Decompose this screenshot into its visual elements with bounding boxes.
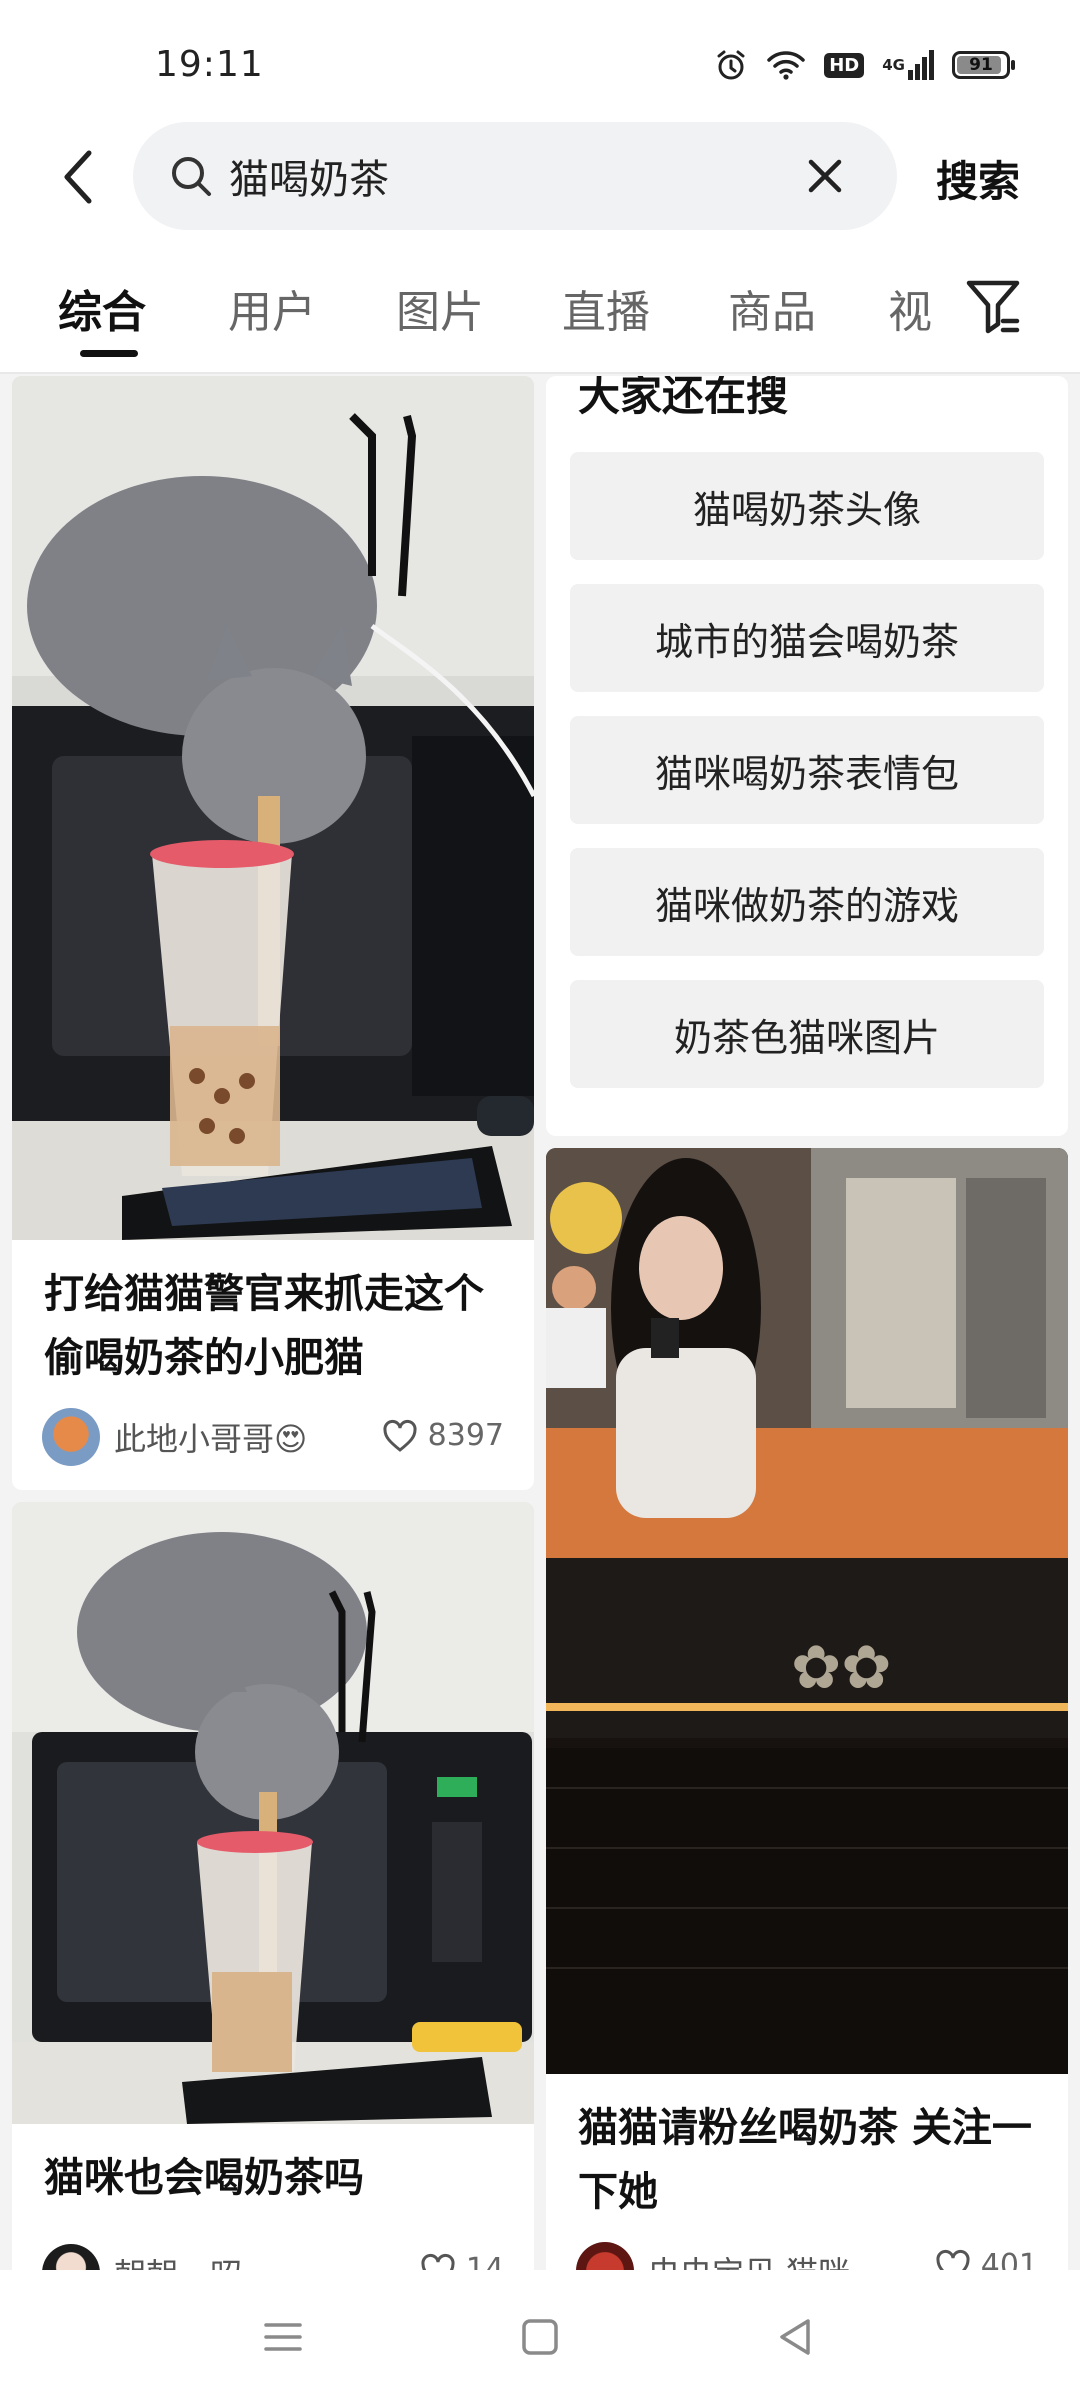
- heart-icon: [383, 1419, 417, 1452]
- post-card[interactable]: 猫咪也会喝奶茶吗 朝朝一昭 14: [12, 1502, 534, 2270]
- tab-videos[interactable]: 视: [888, 276, 932, 340]
- like-button[interactable]: 14: [420, 2252, 504, 2270]
- svg-text:✿✿: ✿✿: [791, 1633, 892, 1703]
- results-feed: 打给猫猫警官来抓走这个偷喝奶茶的小肥猫 此地小哥哥😍 8397 猫咪也会喝奶茶吗…: [0, 376, 1080, 2270]
- close-icon: [808, 159, 842, 193]
- alarm-icon: [714, 48, 748, 82]
- related-search-chip[interactable]: 猫咪做奶茶的游戏: [570, 848, 1044, 956]
- like-button[interactable]: 401: [935, 2248, 1038, 2270]
- back-nav-icon[interactable]: [772, 2312, 822, 2362]
- network-type: 4G: [882, 56, 905, 74]
- post-card[interactable]: ✿✿ 猫猫请粉丝喝奶茶 关注一下她 虫虫宝贝·猫咪 401: [546, 1148, 1068, 2270]
- active-tab-indicator: [80, 350, 138, 357]
- status-bar: 19:11 HD 4G 91: [0, 0, 1080, 120]
- avatar[interactable]: [42, 1408, 100, 1466]
- heart-icon: [421, 2253, 455, 2270]
- wifi-icon: [766, 48, 806, 82]
- post-image[interactable]: ✿✿: [546, 1148, 1068, 2074]
- post-author[interactable]: 朝朝一昭: [42, 2244, 242, 2270]
- post-card[interactable]: 打给猫猫警官来抓走这个偷喝奶茶的小肥猫 此地小哥哥😍 8397: [12, 376, 534, 1490]
- author-name[interactable]: 此地小哥哥😍: [114, 1414, 307, 1460]
- heart-icon: [936, 2249, 970, 2270]
- back-arrow-icon: [64, 150, 92, 204]
- search-header: 搜索: [0, 120, 1080, 240]
- post-image[interactable]: [12, 1502, 534, 2124]
- signal-icon: 4G: [882, 48, 934, 82]
- menu-icon[interactable]: [258, 2312, 308, 2362]
- battery-icon: 91: [952, 51, 1015, 79]
- like-count: 401: [980, 2248, 1038, 2270]
- like-count: 8397: [427, 1418, 504, 1453]
- avatar[interactable]: [42, 2244, 100, 2270]
- tab-products[interactable]: 商品: [728, 276, 816, 340]
- post-author[interactable]: 此地小哥哥😍: [42, 1408, 307, 1466]
- like-button[interactable]: 8397: [382, 1418, 504, 1453]
- search-icon: [172, 157, 211, 196]
- like-count: 14: [465, 2252, 504, 2270]
- search-box[interactable]: [133, 122, 897, 230]
- related-searches-card: 大家还在搜 猫喝奶茶头像 城市的猫会喝奶茶 猫咪喝奶茶表情包 猫咪做奶茶的游戏 …: [546, 376, 1068, 1136]
- clear-search-button[interactable]: [801, 152, 849, 200]
- tab-images[interactable]: 图片: [396, 276, 484, 340]
- tab-users[interactable]: 用户: [228, 276, 316, 340]
- tab-general[interactable]: 综合: [58, 276, 146, 340]
- related-search-chip[interactable]: 奶茶色猫咪图片: [570, 980, 1044, 1088]
- related-searches-title: 大家还在搜: [578, 376, 789, 420]
- post-image[interactable]: [12, 376, 534, 1240]
- related-search-chip[interactable]: 猫喝奶茶头像: [570, 452, 1044, 560]
- search-input[interactable]: [229, 150, 749, 202]
- post-title[interactable]: 打给猫猫警官来抓走这个偷喝奶茶的小肥猫: [44, 1262, 506, 1390]
- related-search-chip[interactable]: 猫咪喝奶茶表情包: [570, 716, 1044, 824]
- avatar[interactable]: [576, 2242, 634, 2270]
- status-icons: HD 4G 91: [714, 48, 1015, 82]
- status-time: 19:11: [155, 44, 264, 85]
- tab-bar: 综合 用户 图片 直播 商品 视: [0, 240, 1080, 374]
- back-button[interactable]: [48, 142, 108, 212]
- tab-live[interactable]: 直播: [562, 276, 650, 340]
- post-title[interactable]: 猫猫请粉丝喝奶茶 关注一下她: [578, 2096, 1040, 2224]
- home-icon[interactable]: [515, 2312, 565, 2362]
- system-nav-bar: [0, 2270, 1080, 2400]
- filter-icon[interactable]: [965, 278, 1021, 336]
- author-name[interactable]: 朝朝一昭: [114, 2250, 242, 2270]
- hd-icon: HD: [824, 52, 865, 78]
- post-title[interactable]: 猫咪也会喝奶茶吗: [44, 2146, 506, 2210]
- author-name[interactable]: 虫虫宝贝·猫咪: [648, 2248, 850, 2270]
- battery-level: 91: [969, 55, 993, 75]
- post-author[interactable]: 虫虫宝贝·猫咪: [576, 2242, 850, 2270]
- related-search-chip[interactable]: 城市的猫会喝奶茶: [570, 584, 1044, 692]
- search-button[interactable]: 搜索: [936, 148, 1020, 209]
